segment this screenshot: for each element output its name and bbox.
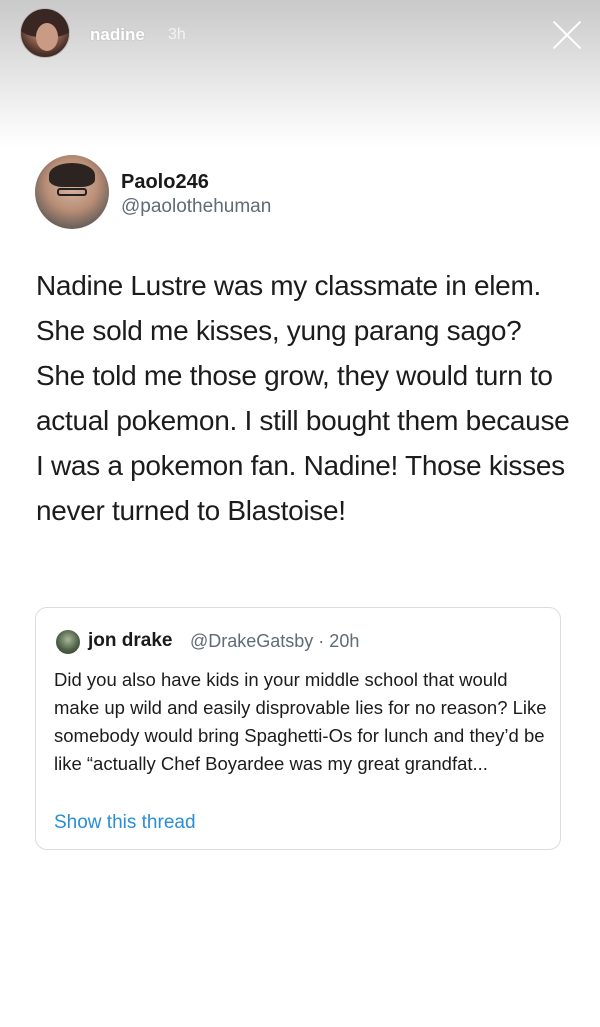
quoted-tweet-text: Did you also have kids in your middle sc… (54, 669, 547, 774)
story-username[interactable]: nadine (90, 25, 145, 45)
avatar-glasses (57, 188, 87, 196)
quoted-tweet-avatar (56, 630, 80, 654)
tweet-handle[interactable]: @paolothehuman (121, 196, 271, 218)
quoted-tweet-card[interactable]: jon drake @DrakeGatsby · 20h Did you als… (35, 607, 561, 850)
quoted-tweet-handle-time: @DrakeGatsby · 20h (190, 631, 360, 651)
story-header (0, 0, 600, 150)
close-icon[interactable] (551, 19, 583, 51)
avatar-hair (49, 163, 95, 187)
tweet-avatar[interactable] (35, 155, 109, 229)
avatar-face (36, 23, 58, 51)
tweet-text: Nadine Lustre was my classmate in elem. … (36, 270, 570, 526)
story-time: 3h (168, 26, 186, 43)
story-avatar[interactable] (20, 8, 70, 58)
quoted-tweet-display-name: jon drake (88, 630, 173, 651)
tweet-display-name[interactable]: Paolo246 (121, 171, 209, 194)
show-thread-link[interactable]: Show this thread (54, 812, 196, 834)
